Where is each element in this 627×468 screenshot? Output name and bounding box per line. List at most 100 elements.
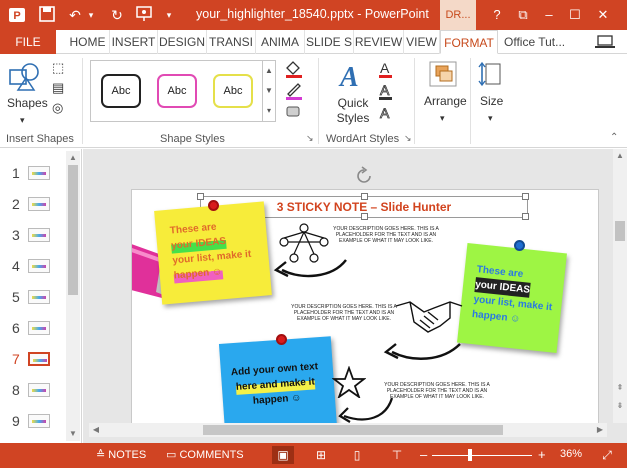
slide-thumbnail[interactable]: 5 xyxy=(0,287,66,309)
scroll-up-icon[interactable]: ▲ xyxy=(613,151,627,160)
size-label[interactable]: Size xyxy=(480,94,503,108)
rotate-handle-icon[interactable] xyxy=(353,165,375,192)
help-icon[interactable]: ? xyxy=(488,6,506,24)
arrange-label[interactable]: Arrange xyxy=(424,94,467,108)
description-text[interactable]: YOUR DESCRIPTION GOES HERE. THIS IS A PL… xyxy=(330,226,442,244)
scroll-left-icon[interactable]: ◀ xyxy=(89,425,103,434)
shapes-label[interactable]: Shapes xyxy=(7,96,48,110)
tab-slideshow[interactable]: SLIDE S xyxy=(305,30,354,54)
text-outline-icon[interactable]: A xyxy=(378,82,400,104)
shapes-icon[interactable] xyxy=(8,60,42,99)
resize-handle[interactable] xyxy=(361,213,368,220)
zoom-slider-thumb[interactable] xyxy=(468,449,472,461)
maximize-icon[interactable]: ☐ xyxy=(566,6,584,24)
tab-format[interactable]: FORMAT xyxy=(440,30,498,54)
slideshow-icon[interactable] xyxy=(136,6,154,24)
slide-thumbnail[interactable]: 3 xyxy=(0,225,66,247)
collapse-ribbon-icon[interactable]: ⌃ xyxy=(610,130,618,146)
edit-shape-icon[interactable]: ⬚ xyxy=(52,60,64,76)
customize-qat-icon[interactable]: ▾ xyxy=(160,6,178,24)
merge-shapes-icon[interactable]: ◎ xyxy=(52,100,63,116)
gallery-up-icon[interactable]: ▲ xyxy=(263,61,275,81)
fit-slide-icon[interactable]: ⤢ xyxy=(596,446,618,464)
ribbon-display-icon[interactable]: ⧉ xyxy=(514,6,532,24)
text-fill-icon[interactable]: A xyxy=(378,60,400,82)
vertical-scrollbar[interactable]: ▲ ⇞ ⇟ xyxy=(613,149,627,423)
text-effects-icon[interactable]: A xyxy=(378,104,400,126)
scrollbar-thumb[interactable] xyxy=(615,221,625,241)
thumbnails-scrollbar[interactable]: ▲ ▼ xyxy=(66,151,80,441)
sticky-note-blue[interactable]: Add your own text here and make it happe… xyxy=(218,336,338,424)
sticky-note-yellow[interactable]: These are your IDEAS your list, make it … xyxy=(154,201,272,305)
slide-thumbnail[interactable]: 4 xyxy=(0,256,66,278)
slide-canvas[interactable]: 3 STICKY NOTE – Slide Hunter These are y… xyxy=(131,189,599,425)
gallery-scroll[interactable]: ▲ ▼ ▾ xyxy=(262,61,275,121)
reading-view-icon[interactable]: ▯ xyxy=(346,446,368,464)
description-text[interactable]: YOUR DESCRIPTION GOES HERE. THIS IS A PL… xyxy=(286,304,402,322)
gallery-down-icon[interactable]: ▼ xyxy=(263,81,275,101)
powerpoint-logo-icon[interactable]: P xyxy=(8,6,26,24)
undo-dropdown-icon[interactable]: ▾ xyxy=(82,6,100,24)
normal-view-icon[interactable]: ▣ xyxy=(272,446,294,464)
close-icon[interactable]: ✕ xyxy=(594,6,612,24)
resize-handle[interactable] xyxy=(197,193,204,200)
tab-view[interactable]: VIEW xyxy=(404,30,440,54)
arrange-icon[interactable] xyxy=(428,60,460,93)
resize-handle[interactable] xyxy=(522,213,529,220)
notes-button[interactable]: ≙ NOTES xyxy=(96,448,146,461)
redo-icon[interactable]: ↻ xyxy=(108,6,126,24)
slide-thumbnail[interactable]: 8 xyxy=(0,380,66,402)
tab-transitions[interactable]: TRANSI xyxy=(207,30,256,54)
scrollbar-thumb[interactable] xyxy=(68,165,78,295)
wordart-launcher-icon[interactable]: ↘ xyxy=(404,130,412,146)
arrange-dropdown-icon[interactable]: ▾ xyxy=(440,110,445,126)
scroll-right-icon[interactable]: ▶ xyxy=(593,425,607,434)
previous-slide-icon[interactable]: ⇞ xyxy=(613,383,627,392)
shape-styles-launcher-icon[interactable]: ↘ xyxy=(306,130,314,146)
slide-thumbnail-image xyxy=(28,414,50,428)
save-icon[interactable] xyxy=(38,6,56,24)
text-box-icon[interactable]: ▤ xyxy=(52,80,64,96)
tab-review[interactable]: REVIEW xyxy=(354,30,404,54)
scroll-down-icon[interactable]: ▼ xyxy=(66,429,80,438)
slide-sorter-view-icon[interactable]: ⊞ xyxy=(310,446,332,464)
zoom-in-button[interactable]: + xyxy=(538,447,546,462)
zoom-level[interactable]: 36% xyxy=(560,448,582,460)
slide-thumbnail[interactable]: 9 xyxy=(0,411,66,433)
quick-styles-icon[interactable]: A xyxy=(336,60,368,97)
gallery-more-icon[interactable]: ▾ xyxy=(263,101,275,121)
shape-style-black[interactable]: Abc xyxy=(101,74,141,108)
size-dropdown-icon[interactable]: ▾ xyxy=(488,110,493,126)
comments-button[interactable]: ▭ COMMENTS xyxy=(166,448,244,461)
shape-effects-icon[interactable] xyxy=(284,104,306,124)
zoom-slider[interactable] xyxy=(432,455,532,456)
next-slide-icon[interactable]: ⇟ xyxy=(613,401,627,410)
tab-animations[interactable]: ANIMA xyxy=(256,30,305,54)
horizontal-scrollbar[interactable]: ◀ ▶ xyxy=(89,423,607,437)
scrollbar-thumb[interactable] xyxy=(203,425,503,435)
tab-insert[interactable]: INSERT xyxy=(110,30,158,54)
shape-style-pink[interactable]: Abc xyxy=(157,74,197,108)
zoom-out-button[interactable]: – xyxy=(420,447,427,462)
shape-fill-icon[interactable] xyxy=(284,60,306,82)
sticky-note-green[interactable]: These are your IDEAS your list, make it … xyxy=(457,243,567,353)
slide-thumbnail[interactable]: 6 xyxy=(0,318,66,340)
shapes-dropdown-icon[interactable]: ▾ xyxy=(20,112,25,128)
user-account[interactable]: Office Tut... xyxy=(504,30,615,54)
slide-thumbnail[interactable]: 1 xyxy=(0,163,66,185)
scroll-up-icon[interactable]: ▲ xyxy=(66,153,80,162)
shape-outline-icon[interactable] xyxy=(284,82,306,104)
tab-home[interactable]: HOME xyxy=(66,30,110,54)
minimize-icon[interactable]: – xyxy=(540,6,558,24)
description-text[interactable]: YOUR DESCRIPTION GOES HERE. THIS IS A PL… xyxy=(382,382,492,400)
tab-design[interactable]: DESIGN xyxy=(158,30,207,54)
resize-handle[interactable] xyxy=(361,193,368,200)
slide-thumbnail-active[interactable]: 7 xyxy=(0,349,66,371)
shape-style-yellow[interactable]: Abc xyxy=(213,74,253,108)
size-icon[interactable] xyxy=(478,60,506,93)
quick-styles-label[interactable]: Quick Styles xyxy=(336,96,370,126)
resize-handle[interactable] xyxy=(522,193,529,200)
slideshow-view-icon[interactable]: ⊤ xyxy=(386,446,408,464)
tab-file[interactable]: FILE xyxy=(0,30,56,54)
slide-thumbnail[interactable]: 2 xyxy=(0,194,66,216)
